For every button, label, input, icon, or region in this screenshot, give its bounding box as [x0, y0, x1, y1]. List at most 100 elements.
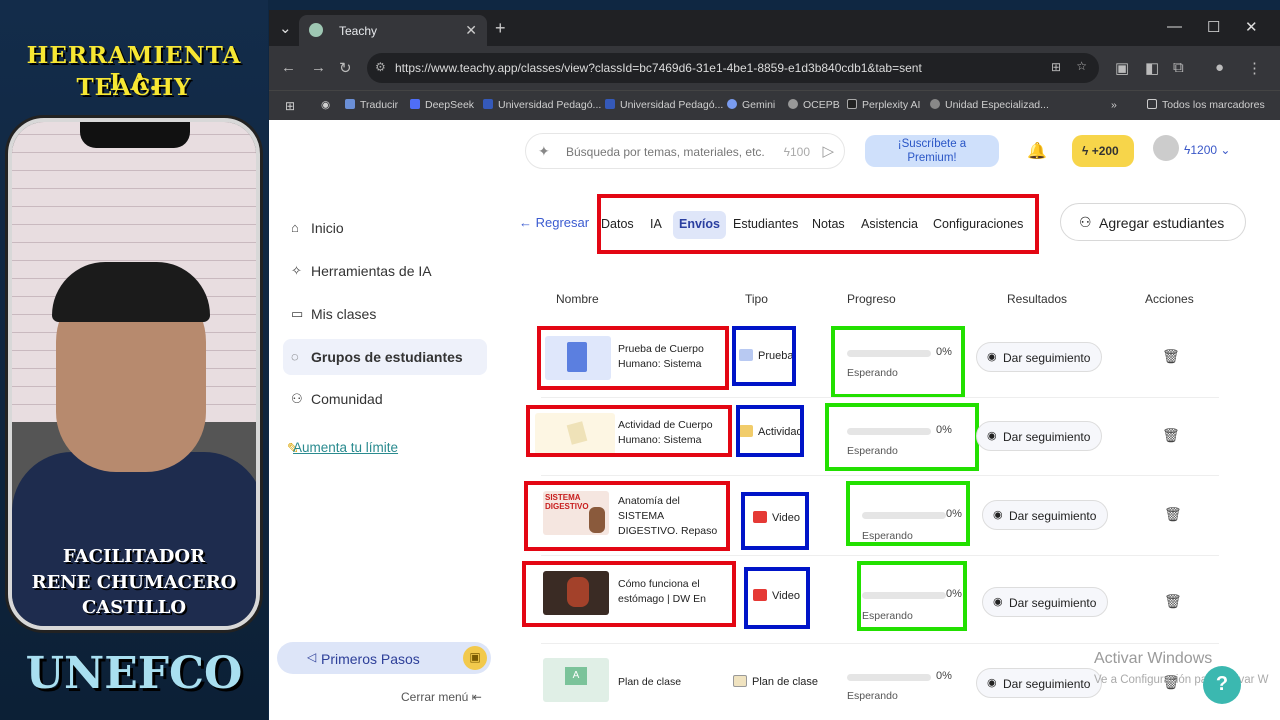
annotation-box-type — [732, 326, 796, 386]
gemini-icon — [727, 99, 737, 109]
sparkle-icon: ✧ — [291, 263, 302, 278]
bookmarks-bar: ⊞ ◉ Traducir DeepSeek Universidad Pedagó… — [269, 90, 1280, 120]
tab-strip: ⌄ Teachy ✕ + — ☐ ✕ — [269, 10, 1280, 46]
new-tab-icon[interactable]: + — [495, 18, 506, 39]
annotation-box-name — [526, 405, 732, 457]
address-bar[interactable]: ⚙ https://www.teachy.app/classes/view?cl… — [367, 53, 1099, 83]
send-search-icon[interactable]: ▷ — [822, 142, 834, 160]
profile-icon[interactable]: ● — [1215, 59, 1224, 76]
extension-icon[interactable]: ▣ — [1115, 59, 1129, 77]
eye-icon: ◉ — [987, 351, 997, 363]
bookmark-star-icon[interactable]: ☆ — [1076, 59, 1087, 73]
sparkle-icon: ✦ — [538, 143, 550, 159]
url-text: https://www.teachy.app/classes/view?clas… — [395, 61, 922, 75]
tab-search-icon[interactable]: ⌄ — [279, 19, 292, 37]
annotation-box-tabs — [597, 194, 1039, 254]
follow-up-button[interactable]: ◉ Dar seguimiento — [976, 668, 1102, 698]
bookmark-item[interactable]: Perplexity AI — [847, 99, 920, 111]
bookmark-item[interactable]: Universidad Pedagó... — [605, 99, 723, 111]
apple-icon: ◌ — [291, 349, 299, 364]
premium-button[interactable]: ¡Suscríbete a Premium! — [865, 135, 999, 167]
lesson-plan-thumbnail: A — [543, 658, 609, 702]
upgrade-limit-link[interactable]: Aumenta tu límite — [293, 440, 398, 455]
facilitator-name-line2: CASTILLO — [81, 597, 187, 618]
send-icon: ◁ — [307, 650, 317, 664]
close-menu-button[interactable]: Cerrar menú ⇤ — [401, 690, 482, 704]
menu-dots-icon[interactable]: ⋮ — [1247, 59, 1262, 77]
row-divider — [541, 555, 1219, 556]
trash-icon[interactable]: 🗑 — [1164, 506, 1182, 523]
browser-window: ⌄ Teachy ✕ + — ☐ ✕ ← → ↻ ⚙ https://www.t… — [269, 10, 1280, 720]
collapse-icon: ⇤ — [471, 690, 482, 704]
sidebar-item-inicio[interactable]: ⌂ Inicio — [283, 210, 487, 246]
sidebar-item-mis-clases[interactable]: ▭ Mis clases — [283, 296, 487, 332]
more-bookmarks-icon[interactable]: » — [1111, 99, 1117, 111]
sidebar: ⌂ Inicio ✧ Herramientas de IA ▭ Mis clases … — [269, 121, 499, 720]
annotation-box-name — [537, 326, 729, 390]
trash-icon[interactable]: 🗑 — [1162, 348, 1180, 365]
question-icon: ? — [1215, 673, 1229, 695]
follow-up-button[interactable]: ◉ Dar seguimiento — [976, 342, 1102, 372]
phone-notch — [80, 122, 190, 148]
item-name[interactable]: Plan de clase — [618, 675, 724, 693]
globe-icon — [930, 99, 940, 109]
teachy-app: ⌂ Inicio ✧ Herramientas de IA ▭ Mis clases … — [269, 121, 1280, 720]
follow-up-button[interactable]: ◉ Dar seguimiento — [982, 587, 1108, 617]
sidebar-item-herramientas[interactable]: ✧ Herramientas de IA — [283, 253, 487, 289]
bookmark-item[interactable]: Unidad Especializad... — [930, 99, 1049, 111]
plan-letter: A — [565, 667, 587, 685]
follow-up-button[interactable]: ◉ Dar seguimiento — [982, 500, 1108, 530]
back-arrow-icon[interactable]: ← — [281, 59, 296, 76]
column-header-tipo: Tipo — [745, 292, 768, 306]
annotation-box-type — [736, 405, 804, 457]
bookmark-item[interactable]: Gemini — [727, 99, 775, 111]
presenter-hair — [52, 262, 210, 322]
clipboard-icon — [733, 675, 747, 687]
help-button[interactable]: ? — [1203, 666, 1241, 704]
add-students-button[interactable]: ⚇ Agregar estudiantes — [1060, 203, 1246, 241]
first-steps-button[interactable]: ◁ Primeros Pasos ▣ — [277, 642, 491, 674]
windows-activation-title: Activar Windows — [1094, 650, 1213, 667]
annotation-box-type — [744, 567, 810, 629]
university-icon — [483, 99, 493, 109]
browser-tab-teachy[interactable]: Teachy ✕ — [299, 15, 487, 46]
trash-icon[interactable]: 🗑 — [1162, 427, 1180, 444]
bookmark-item[interactable]: Universidad Pedagó... — [483, 99, 601, 111]
progress-bar — [847, 674, 931, 681]
credits-balance[interactable]: ϟ1200 ⌄ — [1184, 143, 1230, 157]
sidebar-item-grupos[interactable]: ◌ Grupos de estudiantes — [283, 339, 487, 375]
extensions-puzzle-icon[interactable]: ⧉ — [1173, 59, 1184, 76]
bookmark-item[interactable]: DeepSeek — [410, 99, 474, 111]
bookmark-item[interactable]: OCEPB — [788, 99, 840, 111]
site-info-icon[interactable]: ⚙ — [375, 60, 386, 74]
translate-icon — [345, 99, 355, 109]
bonus-credits-button[interactable]: ϟ +200 — [1072, 135, 1134, 167]
avatar[interactable] — [1153, 135, 1179, 161]
home-icon: ⌂ — [291, 220, 299, 235]
follow-up-button[interactable]: ◉ Dar seguimiento — [976, 421, 1102, 451]
globe-icon[interactable]: ◉ — [321, 99, 330, 111]
annotation-box-progress — [831, 326, 965, 398]
search-input[interactable]: ✦ Búsqueda por temas, materiales, etc. ϟ… — [525, 133, 845, 169]
row-divider — [541, 643, 1219, 644]
extension-icon[interactable]: ◧ — [1145, 59, 1159, 77]
minimize-icon[interactable]: — — [1167, 18, 1182, 35]
maximize-icon[interactable]: ☐ — [1207, 18, 1220, 36]
back-link[interactable]: ← Regresar — [519, 215, 589, 230]
close-tab-icon[interactable]: ✕ — [465, 22, 477, 39]
install-app-icon[interactable]: ⊞ — [1051, 60, 1061, 74]
reload-icon[interactable]: ↻ — [339, 59, 352, 77]
all-bookmarks-folder[interactable]: Todos los marcadores — [1147, 99, 1265, 111]
column-header-acciones: Acciones — [1145, 292, 1194, 306]
forward-arrow-icon[interactable]: → — [311, 59, 326, 76]
bell-icon[interactable]: 🔔 — [1027, 141, 1047, 161]
progress-percent: 0% — [936, 670, 952, 682]
sidebar-item-comunidad[interactable]: ⚇ Comunidad — [283, 381, 487, 417]
close-window-icon[interactable]: ✕ — [1245, 18, 1258, 36]
trash-icon[interactable]: 🗑 — [1164, 593, 1182, 610]
bookmark-item[interactable]: Traducir — [345, 99, 398, 111]
add-user-icon: ⚇ — [1079, 214, 1092, 230]
apps-grid-icon[interactable]: ⊞ — [285, 99, 295, 113]
people-icon: ⚇ — [291, 391, 303, 406]
perplexity-icon — [847, 99, 857, 109]
